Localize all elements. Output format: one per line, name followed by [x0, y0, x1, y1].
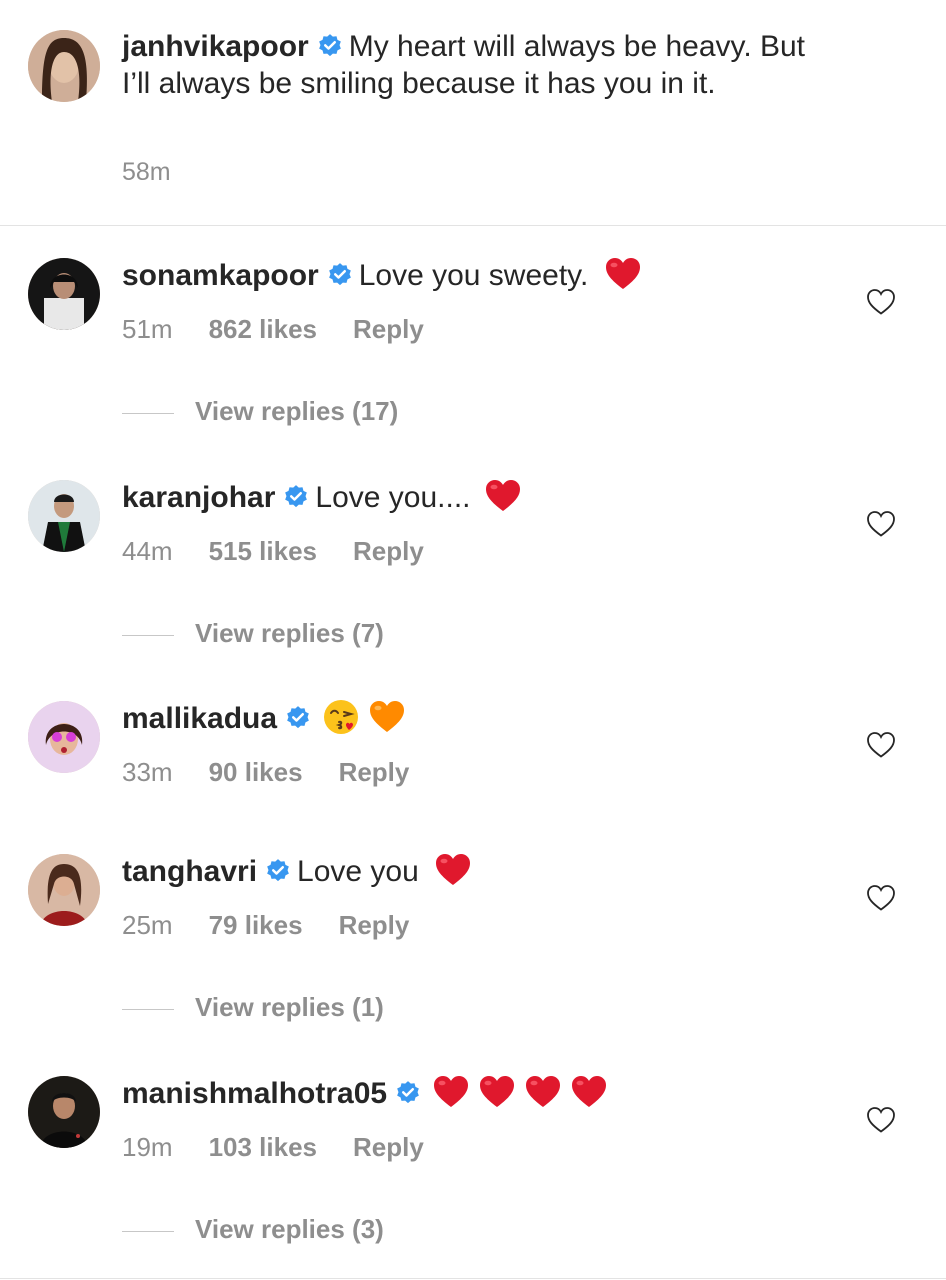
bottom-divider [0, 1278, 946, 1279]
avatar-manishmalhotra05[interactable] [28, 1076, 100, 1148]
comment-text: Love you.... [315, 481, 479, 514]
divider-dash [122, 412, 174, 414]
comment-likes[interactable]: 862 likes [209, 314, 317, 344]
comment-time: 25m [122, 910, 173, 940]
view-replies-label: View replies (1) [195, 992, 384, 1022]
avatar-tanghavri[interactable] [28, 854, 100, 926]
reply-button[interactable]: Reply [353, 314, 424, 344]
post-caption: janhvikapoor My heart will always be heav… [0, 0, 946, 226]
verified-badge-icon [395, 1080, 421, 1106]
view-replies-button[interactable]: View replies (17) [122, 396, 398, 427]
caption-text-block: janhvikapoor My heart will always be heav… [122, 28, 822, 102]
divider-dash [122, 1008, 174, 1010]
comment-username[interactable]: karanjohar [122, 481, 275, 514]
like-heart-icon[interactable] [866, 288, 896, 316]
verified-badge-icon [327, 262, 353, 288]
orange-heart-icon [367, 697, 407, 737]
avatar-karanjohar[interactable] [28, 480, 100, 552]
verified-badge-icon [317, 33, 343, 59]
comment-meta: 51m 862 likes Reply [122, 314, 460, 345]
comment-meta: 33m 90 likes Reply [122, 757, 445, 788]
comment-time: 44m [122, 536, 173, 566]
red-heart-icon [431, 1072, 471, 1112]
red-heart-icon [603, 254, 643, 294]
comment-meta: 44m 515 likes Reply [122, 536, 460, 567]
like-heart-icon[interactable] [866, 884, 896, 912]
like-heart-icon[interactable] [866, 731, 896, 759]
comment-text-line: manishmalhotra05 [122, 1072, 609, 1114]
divider-dash [122, 634, 174, 636]
view-replies-label: View replies (3) [195, 1214, 384, 1244]
comment-text: Love you sweety. [358, 259, 597, 292]
reply-button[interactable]: Reply [339, 910, 410, 940]
avatar-mallikadua[interactable] [28, 701, 100, 773]
kissing-face-icon [321, 697, 361, 737]
view-replies-label: View replies (17) [195, 396, 399, 426]
view-replies-button[interactable]: View replies (1) [122, 992, 384, 1023]
like-heart-icon[interactable] [866, 510, 896, 538]
comment-text: Love you [297, 855, 428, 888]
comment-time: 33m [122, 757, 173, 787]
view-replies-label: View replies (7) [195, 618, 384, 648]
verified-badge-icon [265, 858, 291, 884]
reply-button[interactable]: Reply [353, 536, 424, 566]
red-heart-icon [483, 476, 523, 516]
red-heart-icon [569, 1072, 609, 1112]
comment-likes[interactable]: 90 likes [209, 757, 303, 787]
verified-badge-icon [285, 705, 311, 731]
comment-time: 19m [122, 1132, 173, 1162]
caption-username[interactable]: janhvikapoor [122, 30, 309, 63]
caption-time: 58m [122, 158, 171, 186]
avatar-sonamkapoor[interactable] [28, 258, 100, 330]
verified-badge-icon [283, 484, 309, 510]
view-replies-button[interactable]: View replies (3) [122, 1214, 384, 1245]
like-heart-icon[interactable] [866, 1106, 896, 1134]
red-heart-icon [523, 1072, 563, 1112]
comment-text-line: tanghavri Love you [122, 850, 473, 892]
comment-likes[interactable]: 103 likes [209, 1132, 317, 1162]
view-replies-button[interactable]: View replies (7) [122, 618, 384, 649]
avatar-janhvikapoor[interactable] [28, 30, 100, 102]
comment-text-line: sonamkapoor Love you sweety. [122, 254, 643, 296]
reply-button[interactable]: Reply [339, 757, 410, 787]
comment-meta: 19m 103 likes Reply [122, 1132, 460, 1163]
reply-button[interactable]: Reply [353, 1132, 424, 1162]
comment-username[interactable]: mallikadua [122, 702, 277, 735]
red-heart-icon [477, 1072, 517, 1112]
comment-meta: 25m 79 likes Reply [122, 910, 445, 941]
comment-likes[interactable]: 515 likes [209, 536, 317, 566]
comment-username[interactable]: sonamkapoor [122, 259, 319, 292]
comment-username[interactable]: manishmalhotra05 [122, 1077, 387, 1110]
comment-text-line: mallikadua [122, 697, 407, 739]
comment-username[interactable]: tanghavri [122, 855, 257, 888]
comment-time: 51m [122, 314, 173, 344]
comment-likes[interactable]: 79 likes [209, 910, 303, 940]
red-heart-icon [433, 850, 473, 890]
divider-dash [122, 1230, 174, 1232]
comment-text-line: karanjohar Love you.... [122, 476, 523, 518]
